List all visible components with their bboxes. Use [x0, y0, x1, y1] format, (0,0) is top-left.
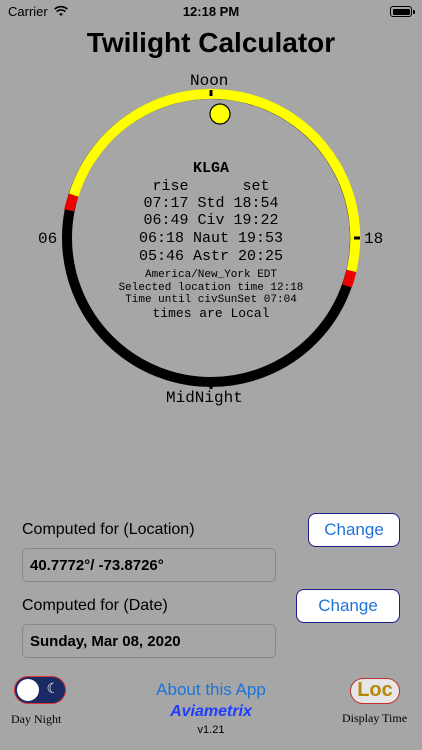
app-title: Twilight Calculator: [86, 27, 336, 58]
change-location-button[interactable]: Change: [308, 513, 400, 547]
timezone-label: America/New_York EDT: [144, 269, 278, 281]
location-label: Computed for (Location): [22, 521, 195, 538]
row-standard: 07:17 Std 18:54: [143, 195, 279, 212]
display-time-label: Display Time: [342, 711, 408, 725]
row-civil: 06:49 Civ 19:22: [143, 212, 279, 229]
times-mode-label: times are Local: [152, 306, 270, 321]
status-bar: Carrier 12:18 PM: [0, 0, 422, 24]
selected-time-label: Selected location time 12:18: [118, 282, 304, 294]
station-code: KLGA: [192, 160, 229, 177]
date-field[interactable]: Sunday, Mar 08, 2020: [22, 624, 276, 658]
sun-icon: [209, 103, 231, 125]
rise-set-header: rise set: [152, 178, 270, 195]
loc-button[interactable]: Loc: [350, 678, 400, 704]
row-nautical: 06:18 Naut 19:53: [138, 230, 284, 247]
location-field[interactable]: 40.7772°/ -73.8726°: [22, 548, 276, 582]
date-label: Computed for (Date): [22, 597, 168, 614]
change-date-button[interactable]: Change: [296, 589, 400, 623]
midnight-label: MidNight: [166, 389, 243, 407]
battery-icon: [390, 6, 415, 17]
status-time: 12:18 PM: [182, 4, 240, 19]
row-astronomical: 05:46 Astr 20:25: [138, 248, 284, 265]
noon-tick: [209, 90, 213, 96]
noon-label: Noon: [190, 72, 229, 90]
time-until-label: Time until civSunSet 07:04: [125, 294, 297, 306]
